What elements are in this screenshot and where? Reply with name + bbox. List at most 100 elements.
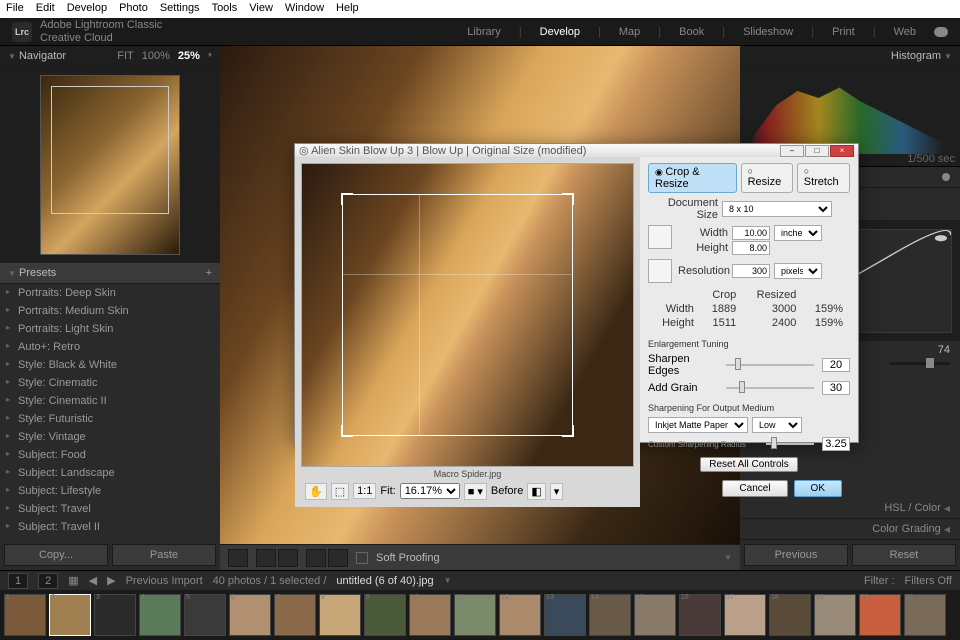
menu-edit[interactable]: Edit [36,2,55,16]
filmstrip-thumb[interactable]: 15 [634,594,676,636]
source-label[interactable]: Previous Import [126,575,203,587]
filmstrip-thumb[interactable]: 19 [814,594,856,636]
filmstrip-thumb[interactable]: 8 [319,594,361,636]
menu-window[interactable]: Window [285,2,324,16]
crop-overlay[interactable] [342,194,573,436]
preset-item[interactable]: Style: Black & White [0,356,220,374]
ratio-button[interactable]: 1:1 [353,483,376,499]
copy-button[interactable]: Copy... [4,544,108,566]
filter-value[interactable]: Filters Off [905,575,952,587]
menu-file[interactable]: File [6,2,24,16]
preset-item[interactable]: Subject: Travel [0,500,220,518]
zoom-select[interactable]: 16.17% [400,483,460,499]
navigator-header[interactable]: ▼ Navigator FIT 100% 25% ♦ [0,46,220,67]
filmstrip-thumb[interactable]: 12 [499,594,541,636]
paste-button[interactable]: Paste [112,544,216,566]
presets-header[interactable]: ▼ Presets + [0,263,220,284]
menu-photo[interactable]: Photo [119,2,148,16]
navigator-preview[interactable] [0,67,220,263]
close-icon[interactable]: × [830,145,854,157]
menu-help[interactable]: Help [336,2,359,16]
previous-button[interactable]: Previous [744,544,848,566]
monitor-1[interactable]: 1 [8,573,28,589]
preset-item[interactable]: Style: Futuristic [0,410,220,428]
radius-slider[interactable] [766,443,814,445]
before-after-lr-icon[interactable] [256,549,276,567]
filmstrip-thumb[interactable]: 6 [229,594,271,636]
width-input[interactable] [732,226,770,240]
nav-25[interactable]: 25% [178,50,200,62]
module-map[interactable]: Map [619,26,640,38]
preset-item[interactable]: Subject: Lifestyle [0,482,220,500]
module-develop[interactable]: Develop [540,26,580,38]
filmstrip-thumb[interactable]: 14 [589,594,631,636]
loupe-view-icon[interactable] [228,549,248,567]
preset-item[interactable]: Style: Cinematic [0,374,220,392]
filmstrip-thumb[interactable]: 21 [904,594,946,636]
tab-resize[interactable]: ○ Resize [741,163,793,193]
curve-slider[interactable] [926,358,934,368]
settings-icon[interactable]: ▾ [550,483,564,500]
radius-value[interactable]: 3.25 [822,437,850,451]
next-photo-icon[interactable]: ▶ [107,574,115,587]
filmstrip[interactable]: 123456789101112131415161718192021 [0,590,960,640]
prev-photo-icon[interactable]: ◀ [89,574,97,587]
brush-tool-icon[interactable] [942,173,950,181]
toolbar-menu-icon[interactable]: ▼ [724,553,732,562]
height-input[interactable] [732,241,770,255]
menu-tools[interactable]: Tools [212,2,238,16]
module-web[interactable]: Web [894,26,916,38]
filmstrip-thumb[interactable]: 5 [184,594,226,636]
file-menu-icon[interactable]: ▼ [444,576,452,585]
tab-crop-resize[interactable]: ◉ Crop & Resize [648,163,737,193]
grid-icon[interactable]: ▦ [68,574,78,587]
menu-settings[interactable]: Settings [160,2,200,16]
reset-button[interactable]: Reset [852,544,956,566]
nav-zoom-menu-icon[interactable]: ♦ [208,50,212,62]
reset-all-button[interactable]: Reset All Controls [700,457,797,472]
module-slideshow[interactable]: Slideshow [743,26,793,38]
filmstrip-thumb[interactable]: 16 [679,594,721,636]
ok-button[interactable]: OK [794,480,842,497]
preset-item[interactable]: Subject: Urban Architecture [0,536,220,540]
filmstrip-thumb[interactable]: 11 [454,594,496,636]
soft-proofing-checkbox[interactable] [356,552,368,564]
module-library[interactable]: Library [467,26,501,38]
filmstrip-thumb[interactable]: 18 [769,594,811,636]
menu-develop[interactable]: Develop [67,2,107,16]
filmstrip-thumb[interactable]: 13 [544,594,586,636]
maximize-icon[interactable]: □ [805,145,829,157]
preset-item[interactable]: Subject: Food [0,446,220,464]
hand-tool-icon[interactable]: ✋ [305,483,327,500]
units-select[interactable]: inches [774,225,822,241]
filmstrip-thumb[interactable]: 17 [724,594,766,636]
filmstrip-thumb[interactable]: 7 [274,594,316,636]
nav-fit[interactable]: FIT [117,50,134,62]
minimize-icon[interactable]: – [780,145,804,157]
bg-color-icon[interactable]: ■ ▾ [464,483,487,500]
add-preset-icon[interactable]: + [206,267,212,279]
filmstrip-thumb[interactable]: 1 [4,594,46,636]
preset-item[interactable]: Subject: Travel II [0,518,220,536]
filmstrip-thumb[interactable]: 9 [364,594,406,636]
compare-y-icon[interactable] [306,549,326,567]
crop-tool-dlg-icon[interactable]: ⬚ [331,483,349,500]
before-after-tb-icon[interactable] [278,549,298,567]
sharpen-slider[interactable] [726,364,814,366]
preset-item[interactable]: Subject: Landscape [0,464,220,482]
grain-slider[interactable] [726,387,814,389]
preset-item[interactable]: Auto+: Retro [0,338,220,356]
dialog-image[interactable] [301,163,634,467]
nav-100[interactable]: 100% [142,50,170,62]
filmstrip-thumb[interactable]: 3 [94,594,136,636]
preset-item[interactable]: Portraits: Deep Skin [0,284,220,302]
tab-stretch[interactable]: ○ Stretch [797,163,850,193]
before-after-icon[interactable]: ◧ [527,483,545,500]
resolution-input[interactable] [732,264,770,278]
sharpen-value[interactable]: 20 [822,358,850,372]
resolution-units[interactable]: pixels/in [774,263,822,279]
orientation-icon[interactable] [648,225,672,249]
menu-view[interactable]: View [249,2,273,16]
filmstrip-thumb[interactable]: 10 [409,594,451,636]
module-book[interactable]: Book [679,26,704,38]
